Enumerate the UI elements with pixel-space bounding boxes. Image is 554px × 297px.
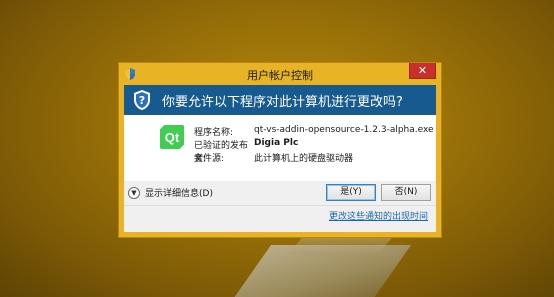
link-bar: 更改这些通知的出现时间 bbox=[124, 205, 436, 232]
uac-dialog: 用户帐户控制 ✕ ? 你要允许以下程序对此计算机进行更改吗? Qt 程序名称: … bbox=[118, 62, 442, 238]
qt-app-icon: Qt bbox=[160, 125, 184, 149]
program-info: 程序名称: qt-vs-addin-opensource-1.2.3-alpha… bbox=[194, 125, 434, 164]
shield-icon: ? bbox=[134, 90, 150, 110]
info-label: 已验证的发布者: bbox=[194, 141, 249, 164]
window-title: 用户帐户控制 bbox=[247, 69, 313, 82]
program-name-value: qt-vs-addin-opensource-1.2.3-alpha.exe bbox=[254, 125, 434, 135]
chevron-down-icon: ▼ bbox=[128, 186, 140, 199]
file-origin-row: 文件源: 此计算机上的硬盘驱动器 bbox=[194, 151, 434, 164]
yes-button[interactable]: 是(Y) bbox=[326, 184, 376, 201]
title-bar[interactable]: 用户帐户控制 ✕ bbox=[119, 63, 441, 85]
publisher-row: 已验证的发布者: Digia Plc bbox=[194, 138, 434, 164]
publisher-value: Digia Plc bbox=[254, 138, 299, 148]
info-label: 程序名称: bbox=[194, 128, 234, 138]
notification-settings-link[interactable]: 更改这些通知的出现时间 bbox=[329, 209, 428, 222]
no-button[interactable]: 否(N) bbox=[381, 184, 431, 201]
close-icon: ✕ bbox=[417, 64, 428, 77]
question-text: 你要允许以下程序对此计算机进行更改吗? bbox=[162, 95, 403, 110]
button-bar: ▼ 显示详细信息(D) 是(Y) 否(N) bbox=[124, 181, 436, 205]
question-header: ? 你要允许以下程序对此计算机进行更改吗? bbox=[124, 85, 436, 115]
close-button[interactable]: ✕ bbox=[409, 63, 436, 79]
dialog-content: Qt 程序名称: qt-vs-addin-opensource-1.2.3-al… bbox=[124, 115, 436, 232]
file-origin-value: 此计算机上的硬盘驱动器 bbox=[254, 154, 354, 164]
show-details-label: 显示详细信息(D) bbox=[145, 189, 213, 199]
svg-text:?: ? bbox=[139, 94, 145, 107]
show-details-toggle[interactable]: ▼ 显示详细信息(D) bbox=[128, 186, 213, 199]
info-label: 文件源: bbox=[194, 154, 225, 164]
program-name-row: 程序名称: qt-vs-addin-opensource-1.2.3-alpha… bbox=[194, 125, 434, 138]
